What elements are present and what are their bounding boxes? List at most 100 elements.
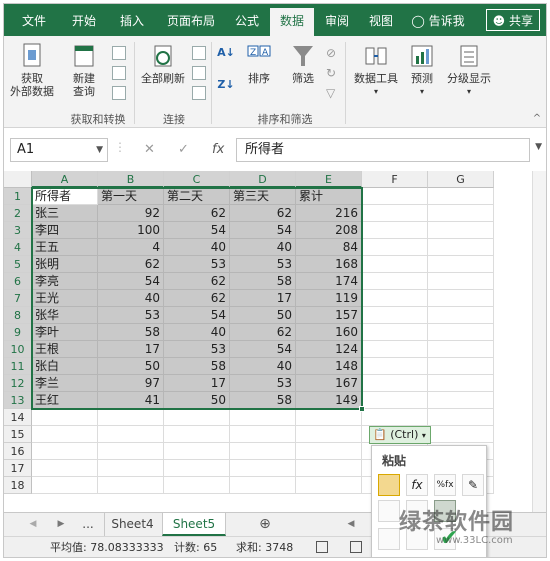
cell[interactable]: 41 [98,392,164,409]
cell[interactable]: 53 [164,341,230,358]
cell[interactable]: 王光 [32,290,98,307]
cell[interactable]: 148 [296,358,362,375]
cell[interactable]: 160 [296,324,362,341]
cell[interactable]: 174 [296,273,362,290]
cell[interactable]: 50 [164,392,230,409]
tab-home[interactable]: 开始 [62,4,106,36]
cell[interactable] [98,426,164,443]
row-header[interactable]: 9 [4,324,32,341]
sort-az-icon[interactable]: A↓ [216,46,236,59]
cell[interactable]: 54 [230,222,296,239]
get-external-data-button[interactable]: 获取 外部数据 [8,42,56,98]
paste-keep-source-format-icon[interactable]: ✎ [462,474,484,496]
filter-button[interactable]: 筛选 [286,42,320,85]
cell[interactable] [428,324,494,341]
fill-handle[interactable] [359,406,365,412]
cell[interactable] [362,239,428,256]
splitter-dots-icon[interactable]: ⋮ [114,140,126,154]
cell[interactable]: 58 [230,392,296,409]
cell[interactable] [428,341,494,358]
cell[interactable] [296,460,362,477]
row-header[interactable]: 17 [4,460,32,477]
select-all-corner[interactable] [4,171,32,188]
cell[interactable]: 张明 [32,256,98,273]
tab-view[interactable]: 视图 [360,4,402,36]
sort-za-icon[interactable]: Z↓ [216,78,236,91]
cell[interactable]: 92 [98,205,164,222]
tab-data[interactable]: 数据 [270,8,314,36]
cell[interactable] [362,392,428,409]
row-header[interactable]: 10 [4,341,32,358]
cell[interactable]: 第三天 [230,188,296,205]
cell[interactable] [362,256,428,273]
cell[interactable] [32,443,98,460]
cell[interactable] [428,188,494,205]
cell[interactable]: 54 [164,307,230,324]
cell[interactable] [32,426,98,443]
column-header[interactable]: G [428,171,494,188]
cell[interactable]: 40 [164,324,230,341]
row-header[interactable]: 1 [4,188,32,205]
vertical-scrollbar[interactable] [532,171,546,512]
cell[interactable]: 4 [98,239,164,256]
cell[interactable]: 李叶 [32,324,98,341]
cell[interactable]: 62 [230,205,296,222]
cell[interactable]: 62 [98,256,164,273]
cell[interactable] [32,477,98,494]
row-header[interactable]: 16 [4,443,32,460]
cell[interactable]: 119 [296,290,362,307]
cell[interactable]: 58 [230,273,296,290]
cell[interactable]: 208 [296,222,362,239]
scroll-right-icon[interactable]: ▶ [54,513,68,536]
page-layout-view-icon[interactable] [350,541,362,553]
cell[interactable] [428,307,494,324]
cell[interactable] [362,358,428,375]
cell[interactable] [362,222,428,239]
cell[interactable]: 157 [296,307,362,324]
cell[interactable]: 168 [296,256,362,273]
cell[interactable] [164,460,230,477]
cell[interactable]: 第一天 [98,188,164,205]
cell[interactable]: 58 [164,358,230,375]
sort-button[interactable]: ZA 排序 [242,42,276,85]
cell[interactable]: 124 [296,341,362,358]
cell[interactable] [428,392,494,409]
column-header[interactable]: E [296,171,362,188]
refresh-all-button[interactable]: 全部刷新 [138,42,188,85]
name-box[interactable]: A1 ▼ [10,138,108,162]
cell[interactable]: 62 [230,324,296,341]
cell[interactable] [428,375,494,392]
column-header[interactable]: C [164,171,230,188]
cell[interactable] [164,409,230,426]
cell[interactable] [296,443,362,460]
column-header[interactable]: B [98,171,164,188]
cell[interactable]: 54 [164,222,230,239]
cell[interactable]: 王五 [32,239,98,256]
cell[interactable]: 17 [230,290,296,307]
cell[interactable]: 李四 [32,222,98,239]
cell[interactable] [98,409,164,426]
forecast-button[interactable]: 预测 ▾ [404,42,440,98]
cell[interactable]: 54 [230,341,296,358]
cell[interactable]: 40 [230,358,296,375]
cell[interactable] [362,205,428,222]
cell[interactable] [428,239,494,256]
tab-insert[interactable]: 插入 [110,4,154,36]
cancel-icon[interactable]: ✕ [144,138,155,162]
insert-function-icon[interactable]: fx [212,138,224,162]
cell[interactable]: 216 [296,205,362,222]
cell[interactable] [362,409,428,426]
cell[interactable]: 40 [164,239,230,256]
cell[interactable]: 第二天 [164,188,230,205]
row-header[interactable]: 8 [4,307,32,324]
cell[interactable] [98,477,164,494]
cell[interactable]: 张三 [32,205,98,222]
row-header[interactable]: 15 [4,426,32,443]
cell[interactable]: 王红 [32,392,98,409]
cell[interactable] [428,290,494,307]
cell[interactable]: 50 [98,358,164,375]
paste-formulas-number-format-icon[interactable]: %fx [434,474,456,496]
data-tools-button[interactable]: 数据工具 ▾ [350,42,402,98]
connections-icon[interactable] [192,46,206,60]
cell[interactable] [32,409,98,426]
